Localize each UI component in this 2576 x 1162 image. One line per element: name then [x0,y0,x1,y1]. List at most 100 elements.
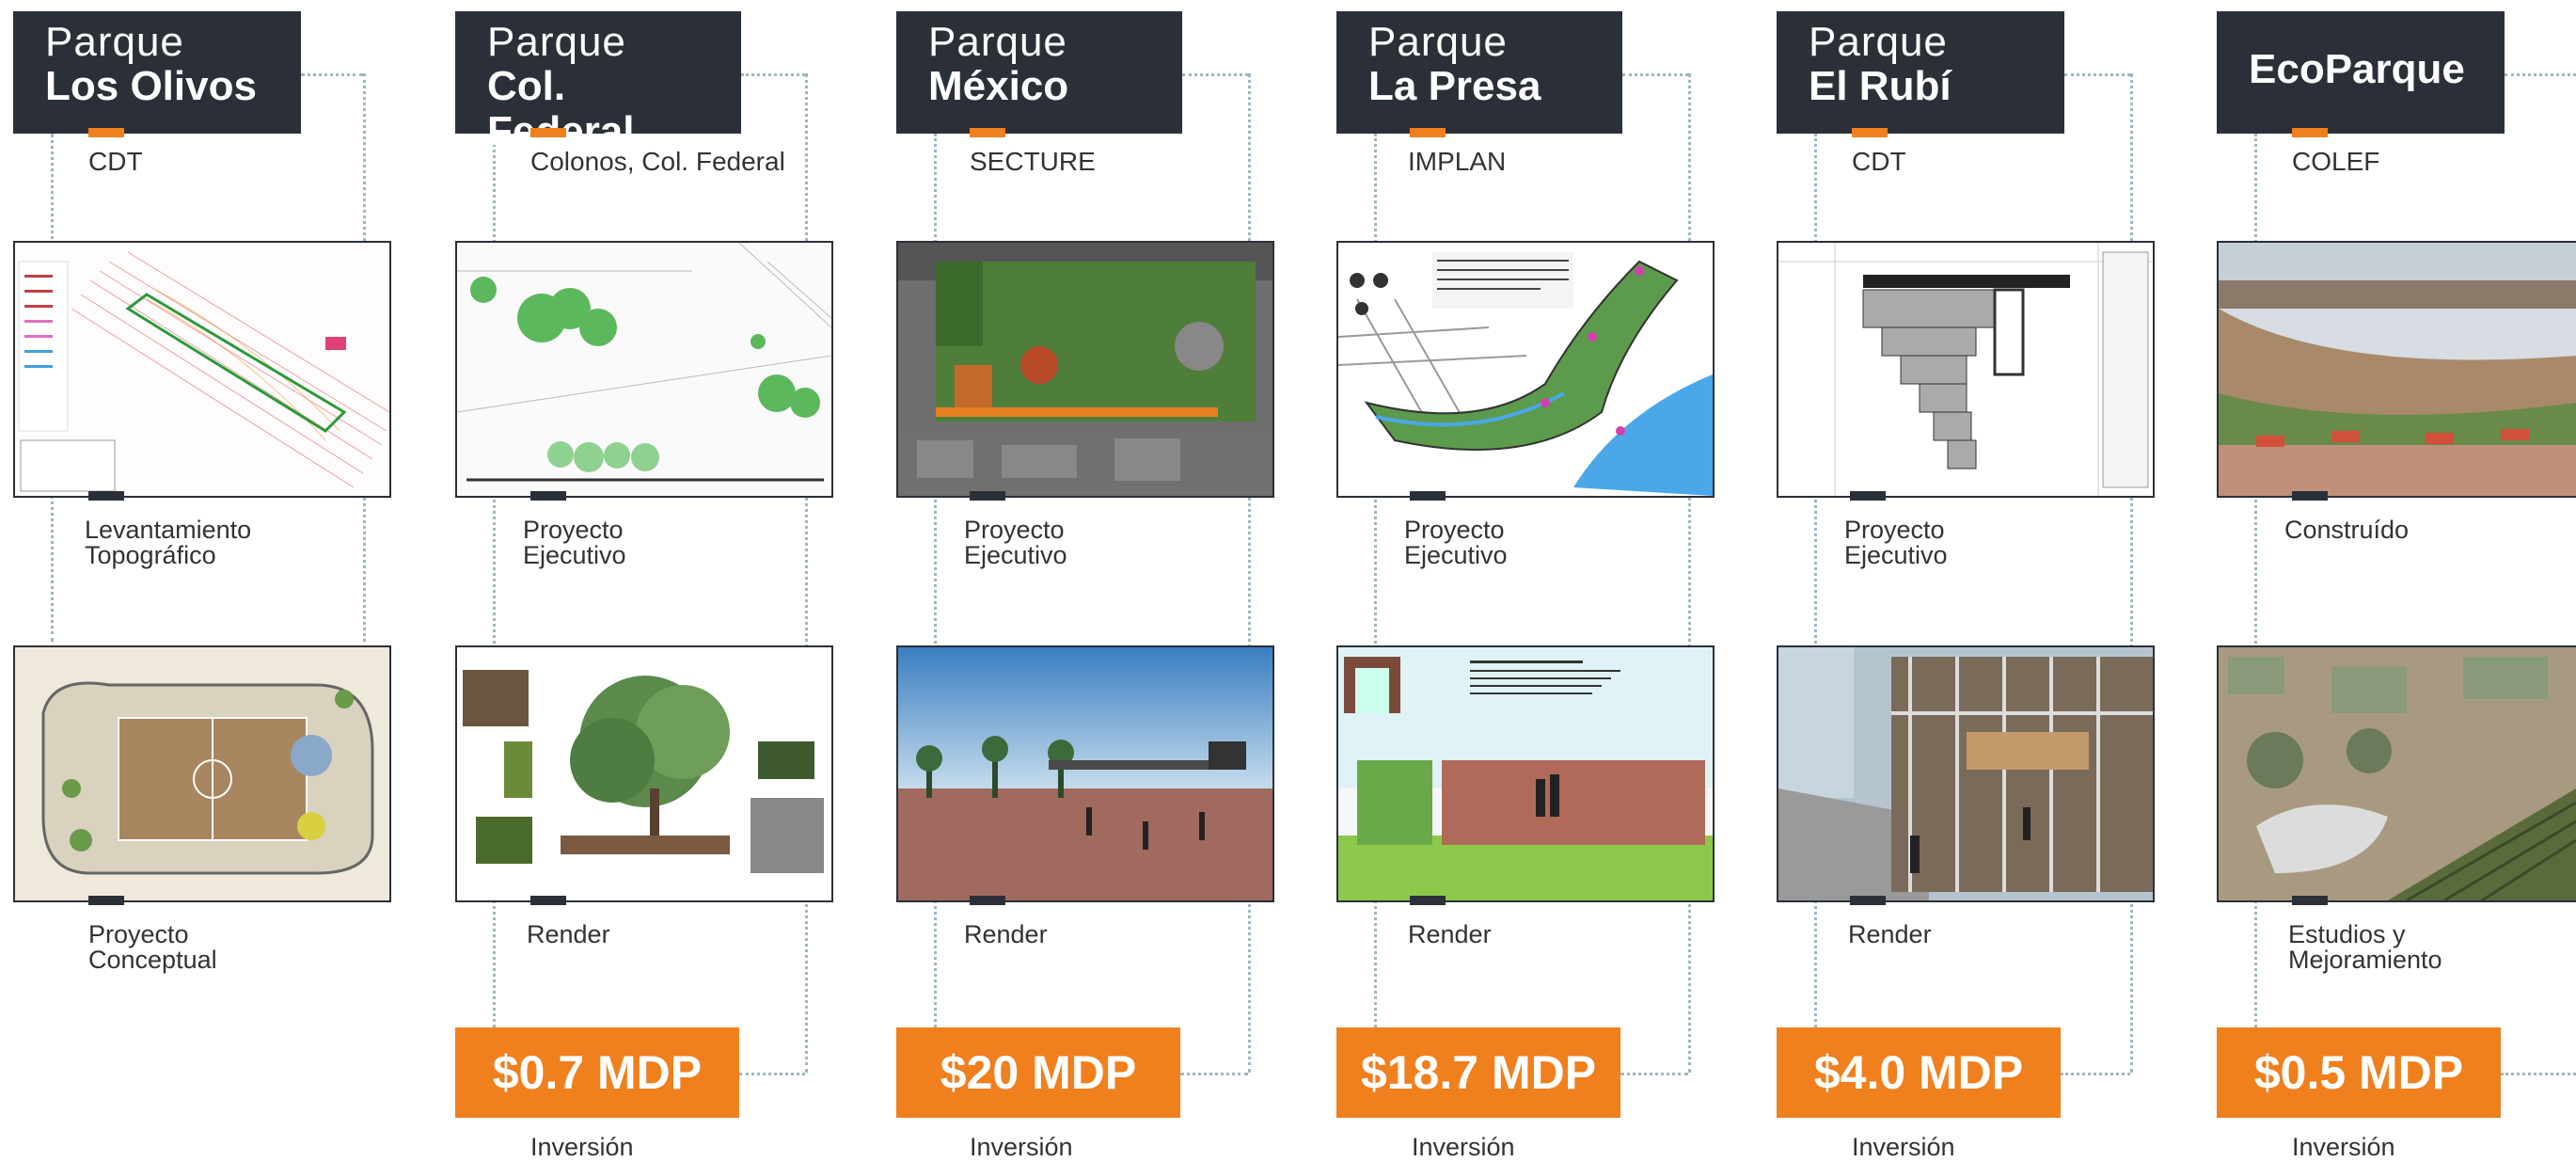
park-title: Parque El Rubí [1777,11,2064,134]
building-plan-graphic [1778,243,2153,496]
studies-photo-image[interactable] [2217,645,2576,902]
park-title-line1: Parque [487,19,626,65]
panel-tick [970,896,1005,905]
connector-bottom [2061,1073,2130,1075]
render-image[interactable] [1777,645,2155,902]
caption-line1: Render [964,920,1048,948]
investment-label: Inversión [530,1133,634,1161]
connector-top [2064,73,2130,76]
park-column-mexico: Parque México SECTURE Proyecto Ejecutivo [896,0,1338,1161]
bottom-panel-caption: Render [527,922,610,947]
connector-bottom [1620,1073,1688,1075]
investment-label: Inversión [1852,1133,1955,1161]
top-panel-caption: Levantamiento Topográfico [85,517,251,568]
executive-project-image[interactable] [1777,241,2155,498]
bottom-panel-caption: Estudios y Mejoramiento [2288,922,2442,973]
park-title: Parque Los Olivos [13,11,301,134]
panel-tick [2292,896,2328,905]
top-panel-caption: Proyecto Ejecutivo [1404,517,1508,568]
park-title-line1: Parque [1368,19,1508,65]
park-owner: SECTURE [970,147,1096,176]
caption-line1: Proyecto [88,920,189,948]
park-title-line2: México [928,63,1069,109]
park-title: Parque La Presa [1336,11,1622,134]
executive-project-image[interactable] [455,241,833,498]
investment-label: Inversión [1412,1133,1515,1161]
topographic-plan-graphic [15,243,389,496]
bottom-panel-caption: Render [964,922,1048,947]
render-image[interactable] [455,645,833,902]
historic-module-render-graphic [1338,647,1713,900]
park-title-line2: EcoParque [2249,46,2465,92]
panel-tick [88,491,124,501]
accent-tick [1410,128,1446,137]
connector-top [2505,73,2576,76]
connector-top [1622,73,1688,76]
accent-tick [970,128,1005,137]
panel-tick [2292,491,2328,501]
panel-tick [1850,491,1886,501]
caption-line2: Mejoramiento [2288,946,2442,974]
panel-tick [1410,491,1446,501]
panel-tick [530,896,566,905]
connector-right [1248,73,1251,1073]
building-render-graphic [1778,647,2153,900]
caption-line2: Ejecutivo [1844,541,1948,569]
caption-line2: Ejecutivo [523,541,626,569]
accent-tick [2292,128,2328,137]
park-column-ecoparque: EcoParque COLEF Construído Estudios y Me… [2217,0,2576,1161]
park-owner: COLEF [2292,147,2380,176]
caption-line1: Construído [2284,516,2410,544]
render-image[interactable] [1336,645,1715,902]
conceptual-sketch-graphic [15,647,389,900]
park-title-line1: Parque [928,19,1067,65]
investment-badge: $18.7 MDP [1336,1027,1620,1118]
park-title-line2: Col. Federal [487,63,635,154]
top-panel-caption: Proyecto Ejecutivo [964,517,1067,568]
investment-badge: $20 MDP [896,1027,1180,1118]
park-title: Parque México [896,11,1182,134]
hillside-photo-graphic [2219,243,2576,496]
caption-line2: Conceptual [88,946,217,974]
render-image[interactable] [896,645,1274,902]
caption-line2: Topográfico [85,541,216,569]
investment-label: Inversión [2292,1133,2395,1161]
connector-right [805,73,808,1073]
top-panel-caption: Proyecto Ejecutivo [1844,517,1948,568]
panel-tick [530,491,566,501]
park-title-line1: Parque [45,19,184,65]
park-title-line1: Parque [1809,19,1948,65]
bottom-panel-caption: Render [1848,922,1932,947]
top-panel-caption: Construído [2284,517,2409,543]
investment-label: Inversión [970,1133,1073,1161]
caption-line1: Levantamiento [85,516,252,544]
plaza-render-graphic [898,647,1272,900]
caption-line1: Estudios y [2288,920,2406,948]
connector-right [1688,73,1691,1073]
connector-bottom [1180,1073,1248,1075]
executive-project-image[interactable] [1336,241,1715,498]
conceptual-project-image[interactable] [13,645,391,902]
accent-tick [530,128,566,137]
aerial-plan-graphic [898,243,1272,496]
panel-tick [1850,896,1886,905]
panel-tick [1410,896,1446,905]
caption-line1: Render [527,920,610,948]
caption-line1: Proyecto [1404,516,1505,544]
investment-badge: $0.7 MDP [455,1027,739,1118]
executive-project-image[interactable] [896,241,1274,498]
aerial-photo-graphic [2219,647,2576,900]
topographic-survey-image[interactable] [13,241,391,498]
panel-tick [88,896,124,905]
built-photo-image[interactable] [2217,241,2576,498]
park-owner: IMPLAN [1408,147,1507,176]
panel-tick [970,491,1005,501]
park-column-la-presa: Parque La Presa IMPLAN Proyecto Ejecutiv… [1336,0,1778,1161]
park-column-los-olivos: Parque Los Olivos CDT Levantamiento Topo… [13,0,455,1161]
bottom-panel-caption: Render [1408,922,1492,947]
investment-badge: $4.0 MDP [1777,1027,2061,1118]
accent-tick [1852,128,1888,137]
park-owner: CDT [1852,147,1906,176]
connector-top [301,73,363,76]
park-column-el-rubi: Parque El Rubí CDT Proyecto Ejecutivo Re… [1777,0,2219,1161]
